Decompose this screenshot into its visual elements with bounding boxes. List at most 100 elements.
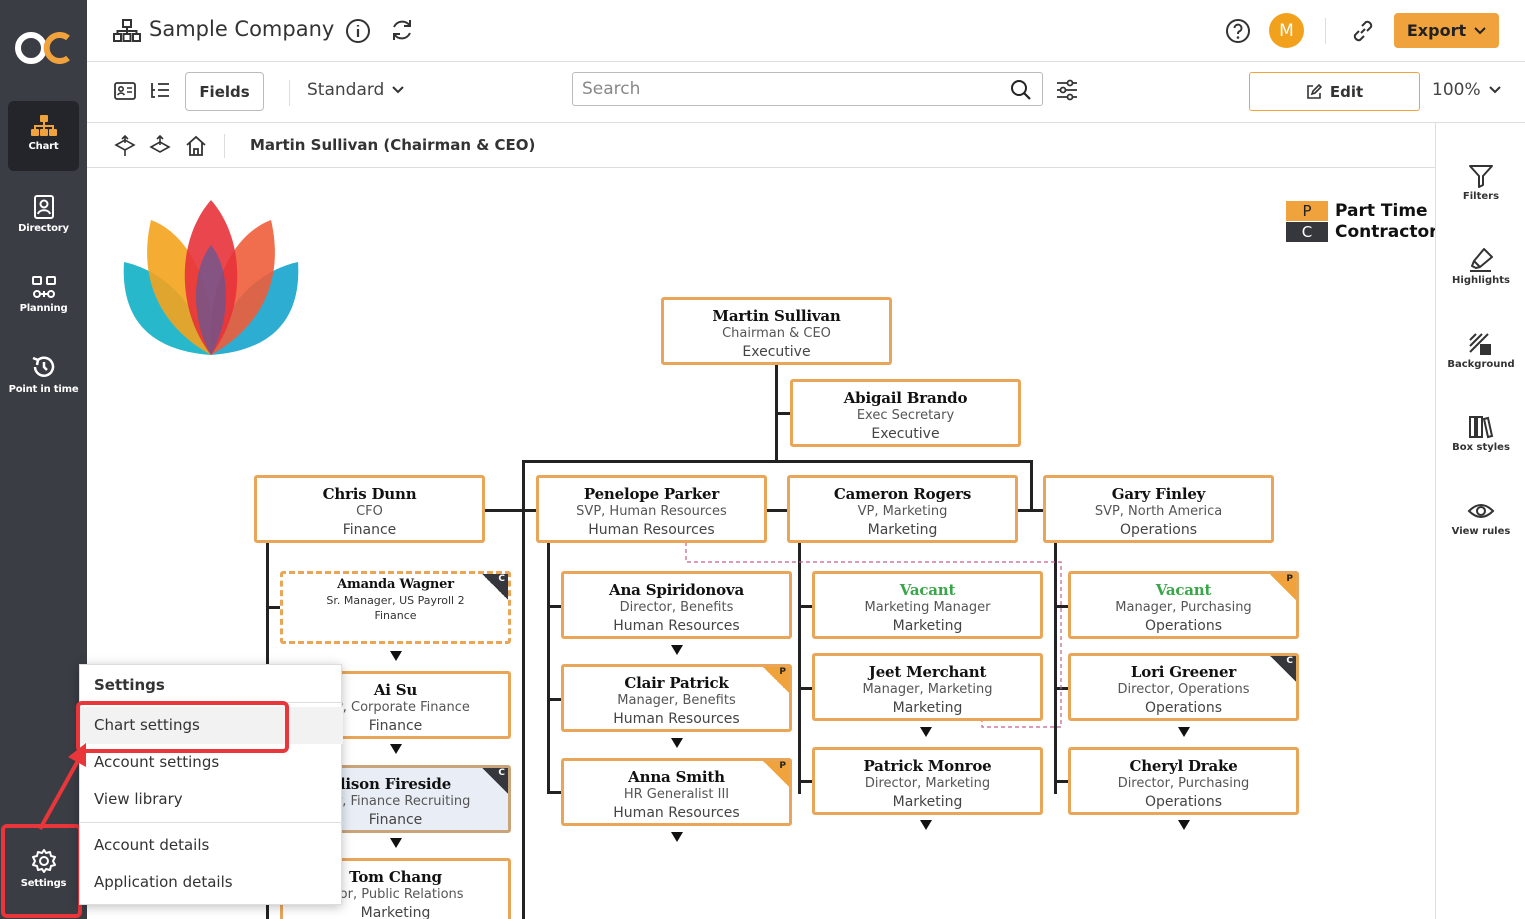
expand-arrow[interactable] — [920, 820, 932, 830]
menu-item-view-library[interactable]: View library — [80, 781, 343, 818]
person-title: Exec Secretary — [856, 408, 955, 423]
filter-icon — [1469, 165, 1493, 188]
org-box-vacant-marketing[interactable]: Vacant Marketing Manager Marketing — [812, 571, 1043, 639]
view-mode-value: Standard — [307, 80, 385, 100]
person-dept: Marketing — [892, 617, 963, 634]
org-box-cheryl-drake[interactable]: Cheryl Drake Director, Purchasing Operat… — [1068, 747, 1299, 815]
menu-item-account-details[interactable]: Account details — [80, 827, 343, 864]
breadcrumb[interactable]: Martin Sullivan (Chairman & CEO) — [250, 136, 535, 154]
org-box-chris-dunn[interactable]: Chris Dunn CFO Finance — [254, 475, 485, 543]
background-button[interactable]: Background — [1436, 331, 1525, 370]
org-box-anna-smith[interactable]: P Anna Smith HR Generalist III Human Res… — [561, 758, 792, 826]
search-input[interactable] — [582, 79, 1002, 99]
books-icon — [1469, 416, 1494, 439]
expand-arrow[interactable] — [671, 832, 683, 842]
org-box-jeet-merchant[interactable]: Jeet Merchant Manager, Marketing Marketi… — [812, 653, 1043, 721]
person-dept: Human Resources — [613, 804, 740, 821]
person-name: Cameron Rogers — [833, 485, 972, 503]
connector-line — [522, 460, 525, 919]
org-box-amanda-wagner[interactable]: C Amanda Wagner Sr. Manager, US Payroll … — [280, 571, 511, 644]
edit-button[interactable]: Edit — [1249, 72, 1420, 111]
nav-directory-label: Directory — [18, 223, 69, 234]
zoom-dropdown[interactable]: 100% — [1432, 80, 1501, 100]
part-time-tag: P — [763, 667, 789, 693]
person-title: Manager, Marketing — [862, 682, 993, 697]
person-name: Patrick Monroe — [863, 757, 992, 775]
menu-item-application-details[interactable]: Application details — [80, 864, 343, 901]
app-root: Chart Directory Planning Point in time S… — [0, 0, 1525, 919]
org-box-gary-finley[interactable]: Gary Finley SVP, North America Operation… — [1043, 475, 1274, 543]
refresh-icon[interactable] — [389, 17, 415, 43]
expand-arrow[interactable] — [390, 744, 402, 754]
tag-letter: P — [779, 667, 786, 677]
expand-arrow[interactable] — [1178, 727, 1190, 737]
fields-button[interactable]: Fields — [185, 72, 264, 111]
person-title: Director, Purchasing — [1117, 776, 1250, 791]
nav-point-in-time-label: Point in time — [8, 384, 79, 395]
connector-line — [266, 606, 281, 609]
highlight-chart-settings — [76, 701, 289, 753]
background-label: Background — [1447, 359, 1515, 370]
org-box-assistant[interactable]: Abigail Brando Exec Secretary Executive — [790, 379, 1021, 447]
view-mode-dropdown[interactable]: Standard — [307, 80, 405, 100]
org-box-clair-patrick[interactable]: P Clair Patrick Manager, Benefits Human … — [561, 664, 792, 732]
sliders-icon[interactable] — [1055, 78, 1079, 102]
tag-letter: P — [779, 761, 786, 771]
person-name: Abigail Brando — [843, 389, 968, 407]
list-tree-icon[interactable] — [149, 81, 171, 101]
person-dept: Human Resources — [613, 710, 740, 727]
person-name: Penelope Parker — [583, 485, 720, 503]
expand-arrow[interactable] — [390, 651, 402, 661]
org-box-vacant-operations[interactable]: P Vacant Manager, Purchasing Operations — [1068, 571, 1299, 639]
nav-point-in-time[interactable]: Point in time — [8, 340, 79, 410]
part-time-tag: P — [1270, 574, 1296, 600]
background-pattern-icon — [1469, 333, 1491, 355]
org-box-patrick-monroe[interactable]: Patrick Monroe Director, Marketing Marke… — [812, 747, 1043, 815]
expand-arrow[interactable] — [671, 645, 683, 655]
card-view-icon[interactable] — [114, 81, 136, 101]
connector-line — [775, 412, 791, 415]
user-avatar[interactable]: M — [1269, 13, 1304, 48]
search-box — [572, 72, 1043, 106]
view-rules-button[interactable]: View rules — [1436, 498, 1525, 537]
tag-letter: C — [498, 574, 505, 584]
go-up-level-icon[interactable] — [149, 135, 171, 157]
highlights-button[interactable]: Highlights — [1436, 247, 1525, 286]
person-dept: Finance — [374, 608, 417, 622]
org-box-penelope-parker[interactable]: Penelope Parker SVP, Human Resources Hum… — [536, 475, 767, 543]
expand-arrow[interactable] — [1178, 820, 1190, 830]
search-icon[interactable] — [1010, 79, 1032, 101]
org-box-lori-greener[interactable]: C Lori Greener Director, Operations Oper… — [1068, 653, 1299, 721]
person-name: Gary Finley — [1111, 485, 1206, 503]
export-button[interactable]: Export — [1394, 13, 1499, 48]
connector-line — [547, 605, 562, 608]
contractor-tag: C — [482, 768, 508, 794]
nav-chart[interactable]: Chart — [8, 101, 79, 171]
expand-arrow[interactable] — [390, 838, 402, 848]
person-title: Manager, Benefits — [617, 693, 736, 708]
nav-chart-label: Chart — [28, 141, 59, 152]
chevron-down-icon — [1474, 26, 1486, 34]
history-icon — [32, 356, 54, 377]
person-title: Marketing Manager — [864, 600, 991, 615]
app-logo[interactable] — [14, 28, 72, 68]
org-box-ceo[interactable]: Martin Sullivan Chairman & CEO Executive — [661, 297, 892, 365]
nav-directory[interactable]: Directory — [8, 181, 79, 251]
expand-arrow[interactable] — [920, 727, 932, 737]
org-box-cameron-rogers[interactable]: Cameron Rogers VP, Marketing Marketing — [787, 475, 1018, 543]
info-icon[interactable] — [345, 18, 371, 44]
org-box-ana-spiridonova[interactable]: Ana Spiridonova Director, Benefits Human… — [561, 571, 792, 639]
nav-planning[interactable]: Planning — [8, 261, 79, 331]
connector-line — [1030, 460, 1033, 512]
expand-arrow[interactable] — [671, 738, 683, 748]
person-dept: Finance — [342, 521, 397, 538]
filters-button[interactable]: Filters — [1436, 163, 1525, 202]
connector-line — [1017, 509, 1045, 512]
home-icon[interactable] — [185, 135, 207, 157]
link-icon[interactable] — [1349, 18, 1377, 44]
expand-up-icon[interactable] — [114, 135, 136, 157]
help-icon[interactable] — [1225, 18, 1251, 44]
highlight-settings — [1, 824, 82, 918]
edit-label: Edit — [1329, 82, 1364, 101]
box-styles-button[interactable]: Box styles — [1436, 414, 1525, 453]
